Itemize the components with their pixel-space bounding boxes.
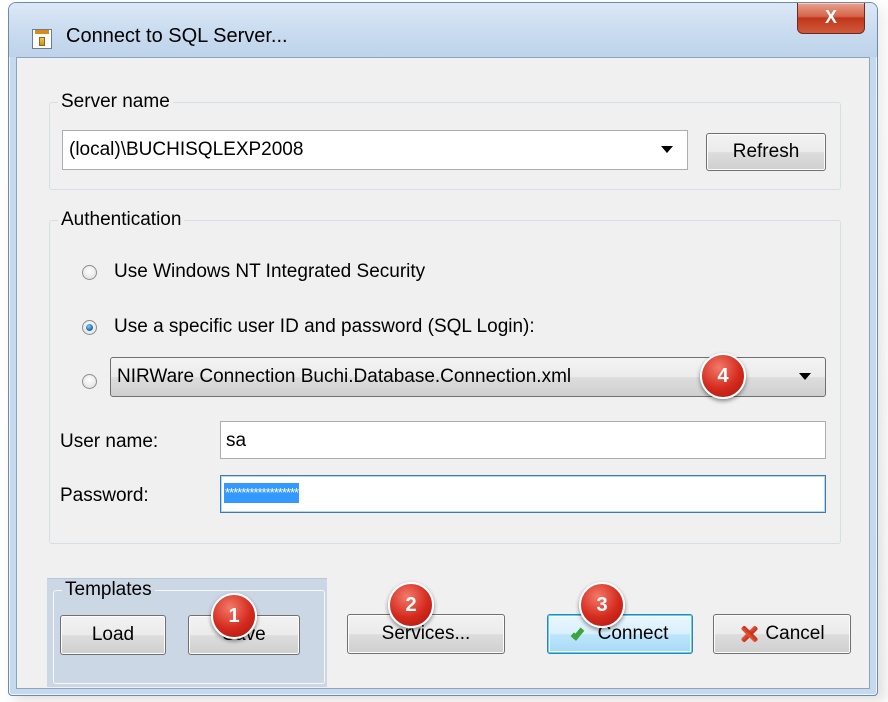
- cancel-button[interactable]: Cancel: [713, 614, 851, 654]
- connect-button[interactable]: Connect: [547, 614, 693, 654]
- callout-badge-3: 3: [579, 582, 625, 628]
- password-field[interactable]: ******************: [220, 475, 826, 513]
- username-field[interactable]: sa: [220, 421, 826, 459]
- sql-login-label[interactable]: Use a specific user ID and password (SQL…: [114, 316, 535, 338]
- authentication-legend: Authentication: [58, 209, 185, 231]
- load-label: Load: [91, 624, 135, 645]
- password-label: Password:: [60, 485, 149, 506]
- username-label: User name:: [60, 431, 159, 452]
- username-value: sa: [226, 430, 247, 451]
- server-name-value: (local)\BUCHISQLEXP2008: [69, 139, 304, 160]
- sql-login-radio[interactable]: [82, 320, 97, 335]
- close-icon: X: [824, 7, 837, 27]
- windows-auth-radio[interactable]: [82, 265, 97, 280]
- password-value: ******************: [224, 483, 299, 503]
- refresh-label: Refresh: [732, 141, 800, 162]
- refresh-button[interactable]: Refresh: [706, 133, 826, 171]
- checkmark-icon: [572, 626, 592, 642]
- cancel-label: Cancel: [765, 623, 825, 644]
- templates-group: Templates Load Save: [53, 579, 325, 684]
- chevron-down-icon[interactable]: [661, 146, 673, 153]
- database-icon: [32, 29, 52, 49]
- cancel-x-icon: [739, 624, 759, 644]
- windows-auth-label[interactable]: Use Windows NT Integrated Security: [114, 261, 425, 283]
- services-label: Services...: [381, 623, 471, 644]
- title-bar[interactable]: Connect to SQL Server... X: [9, 3, 877, 57]
- connection-file-value: NIRWare Connection Buchi.Database.Connec…: [117, 366, 572, 387]
- callout-badge-1: 1: [211, 593, 257, 639]
- callout-badge-4: 4: [700, 353, 746, 399]
- connection-file-radio[interactable]: [82, 374, 97, 389]
- connect-dialog: Connect to SQL Server... X Server name (…: [8, 2, 878, 696]
- server-name-legend: Server name: [58, 91, 173, 113]
- window-title: Connect to SQL Server...: [66, 25, 288, 47]
- templates-legend: Templates: [62, 579, 155, 601]
- chevron-down-icon[interactable]: [799, 373, 811, 380]
- server-name-combo[interactable]: (local)\BUCHISQLEXP2008: [62, 130, 688, 170]
- server-name-group: Server name (local)\BUCHISQLEXP2008 Refr…: [49, 91, 841, 190]
- close-button[interactable]: X: [797, 3, 865, 34]
- callout-badge-2: 2: [388, 582, 434, 628]
- load-button[interactable]: Load: [60, 615, 166, 655]
